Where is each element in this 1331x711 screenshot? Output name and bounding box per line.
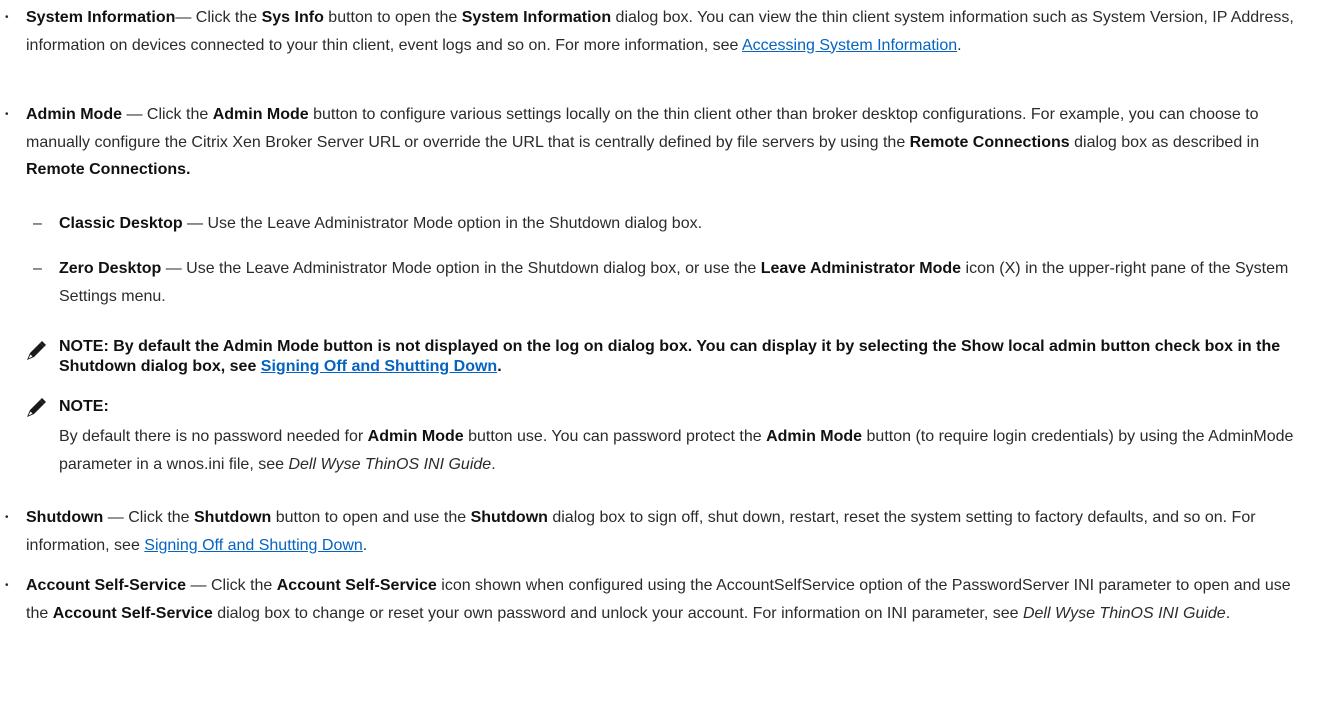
term-classic-desktop: Classic Desktop bbox=[59, 215, 183, 232]
pencil-note-icon bbox=[27, 398, 46, 417]
link-accessing-system-information[interactable]: Accessing System Information bbox=[742, 37, 957, 54]
term-system-information: System Information bbox=[26, 9, 176, 26]
note-text: NOTE: By default the Admin Mode button i… bbox=[59, 338, 1281, 375]
document-page: • System Information— Click the Sys Info… bbox=[0, 0, 1331, 711]
paragraph: Zero Desktop — Use the Leave Administrat… bbox=[59, 260, 1289, 305]
bullet: • bbox=[5, 580, 9, 591]
paragraph: Admin Mode — Click the Admin Mode button… bbox=[26, 106, 1260, 178]
note-label: NOTE: bbox=[59, 398, 109, 415]
paragraph: System Information— Click the Sys Info b… bbox=[26, 9, 1294, 54]
link-signing-off-and-shutting-down[interactable]: Signing Off and Shutting Down bbox=[261, 358, 497, 375]
note-body: By default there is no password needed f… bbox=[59, 428, 1294, 473]
paragraph: Shutdown — Click the Shutdown button to … bbox=[26, 509, 1256, 554]
bullet: • bbox=[5, 109, 9, 120]
link-signing-off-and-shutting-down[interactable]: Signing Off and Shutting Down bbox=[144, 537, 363, 554]
term-admin-mode: Admin Mode bbox=[26, 106, 122, 123]
bullet: • bbox=[5, 12, 9, 23]
guide-title: Dell Wyse ThinOS INI Guide bbox=[1022, 604, 1226, 622]
dash-marker: – bbox=[33, 215, 42, 232]
guide-title: Dell Wyse ThinOS INI Guide bbox=[288, 455, 492, 473]
term-shutdown: Shutdown bbox=[26, 509, 104, 526]
pencil-note-icon bbox=[27, 341, 46, 360]
paragraph: Classic Desktop — Use the Leave Administ… bbox=[59, 215, 703, 232]
term-zero-desktop: Zero Desktop bbox=[59, 260, 162, 277]
dash-marker: – bbox=[33, 260, 42, 277]
bullet: • bbox=[5, 512, 9, 523]
term-account-self-service: Account Self-Service bbox=[26, 577, 187, 594]
paragraph: Account Self-Service — Click the Account… bbox=[26, 577, 1291, 622]
